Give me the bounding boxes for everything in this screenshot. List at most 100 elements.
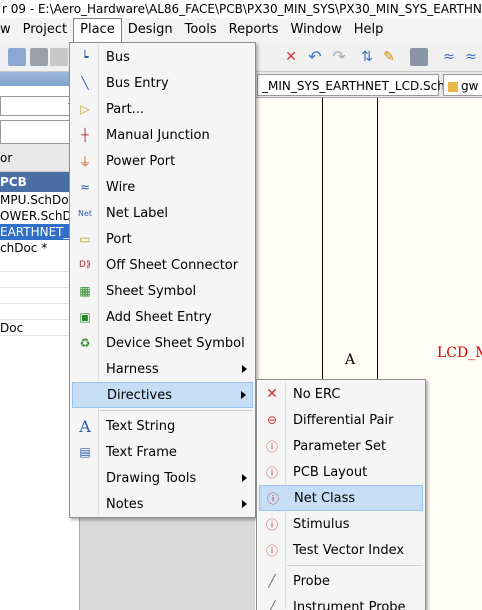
menu-item-port[interactable]: ▭ Port	[72, 226, 253, 252]
menu-item-wire[interactable]: ≈ Wire	[72, 174, 253, 200]
net-label-text: LCD_M	[437, 345, 482, 361]
menu-item-net-class[interactable]: ⓘ Net Class	[259, 485, 423, 511]
menu-item-parameter-set[interactable]: ⓘ Parameter Set	[259, 433, 423, 459]
tab-earthnet-lcd[interactable]: _MIN_SYS_EARTHNET_LCD.SchDoc	[257, 74, 468, 96]
list-item	[0, 256, 79, 272]
file-item-power[interactable]: OWER.SchDoc	[0, 208, 79, 224]
redo-icon[interactable]: ↷	[330, 48, 348, 66]
document-icon	[448, 81, 458, 92]
port-icon: ▭	[79, 232, 91, 246]
save-icon[interactable]	[8, 48, 26, 66]
sheet-symbol-icon: ▦	[79, 284, 91, 298]
list-item	[0, 272, 79, 288]
list-item	[0, 304, 79, 320]
part-icon: ▷	[80, 102, 90, 116]
wire-tool-icon[interactable]: ≈	[462, 48, 480, 66]
menu-separator	[287, 565, 423, 566]
project-box[interactable]	[0, 120, 79, 144]
component-icon[interactable]	[410, 48, 428, 66]
menu-view[interactable]: w	[0, 19, 17, 41]
text-string-icon: A	[79, 416, 91, 436]
pcb-project-item[interactable]: PCB	[0, 172, 79, 192]
menu-item-harness[interactable]: Harness	[72, 356, 253, 382]
no-erc-icon: ✕	[266, 386, 278, 402]
menu-item-part[interactable]: ▷ Part...	[72, 96, 253, 122]
instrument-probe-icon: ╱	[268, 600, 276, 610]
menu-help[interactable]: Help	[348, 19, 390, 41]
document-tabs: _MIN_SYS_EARTHNET_LCD.SchDoc gw	[255, 72, 482, 98]
file-item-mpu[interactable]: MPU.SchDoc	[0, 192, 79, 208]
menu-item-pcb-layout[interactable]: ⓘ PCB Layout	[259, 459, 423, 485]
wire-icon: ≈	[79, 180, 91, 194]
menu-item-bus-entry[interactable]: ╲ Bus Entry	[72, 70, 253, 96]
text-frame-icon: ▤	[79, 445, 91, 459]
probe-icon: ╱	[268, 574, 276, 588]
menu-tools[interactable]: Tools	[179, 19, 223, 41]
menu-item-test-vector-index[interactable]: ⓘ Test Vector Index	[259, 537, 423, 563]
menu-item-off-sheet-connector[interactable]: D⟫ Off Sheet Connector	[72, 252, 253, 278]
pencil-icon[interactable]: ✎	[380, 48, 398, 66]
device-sheet-symbol-icon: ♻	[79, 336, 91, 350]
submenu-arrow-icon	[241, 391, 246, 399]
menu-item-add-sheet-entry[interactable]: ▣ Add Sheet Entry	[72, 304, 253, 330]
file-item-modified[interactable]: chDoc *	[0, 240, 79, 256]
menu-item-notes[interactable]: Notes	[72, 491, 253, 517]
menu-item-differential-pair[interactable]: ⊖ Differential Pair	[259, 407, 423, 433]
menu-item-instrument-probe[interactable]: ╱ Instrument Probe	[259, 594, 423, 610]
file-item-earthnet[interactable]: EARTHNET_LC	[0, 224, 79, 240]
menu-item-probe[interactable]: ╱ Probe	[259, 568, 423, 594]
window-title: r 09 - E:\Aero_Hardware\AL86_FACE\PCB\PX…	[0, 0, 482, 18]
bus-icon: ┕	[81, 50, 89, 64]
pcb-layout-icon: ⓘ	[265, 465, 278, 480]
zoom-icon[interactable]	[50, 48, 68, 66]
zone-label: A	[345, 352, 356, 368]
print-icon[interactable]	[30, 48, 48, 66]
place-menu: ┕ Bus ╲ Bus Entry ▷ Part... ┼ Manual Jun…	[69, 42, 256, 518]
menu-place[interactable]: Place	[73, 18, 122, 42]
menu-item-net-label[interactable]: Net Net Label	[72, 200, 253, 226]
tab-next[interactable]: gw	[443, 74, 482, 96]
differential-pair-icon: ⊖	[266, 413, 278, 427]
menu-item-sheet-symbol[interactable]: ▦ Sheet Symbol	[72, 278, 253, 304]
menu-item-stimulus[interactable]: ⓘ Stimulus	[259, 511, 423, 537]
menu-bar: w Project Place Design Tools Reports Win…	[0, 18, 482, 42]
hierarchy-icon[interactable]: ⇅	[358, 48, 376, 66]
submenu-arrow-icon	[242, 474, 247, 482]
menu-item-bus[interactable]: ┕ Bus	[72, 44, 253, 70]
menu-item-text-string[interactable]: A Text String	[72, 413, 253, 439]
undo-icon[interactable]: ↶	[306, 48, 324, 66]
delete-icon[interactable]: ✕	[282, 48, 300, 66]
panel-header	[0, 72, 79, 86]
off-sheet-connector-icon: D⟫	[79, 260, 91, 270]
menu-item-device-sheet-symbol[interactable]: ♻ Device Sheet Symbol	[72, 330, 253, 356]
menu-window[interactable]: Window	[285, 19, 348, 41]
menu-item-drawing-tools[interactable]: Drawing Tools	[72, 465, 253, 491]
test-vector-index-icon: ⓘ	[265, 543, 278, 558]
add-sheet-entry-icon: ▣	[79, 310, 91, 324]
projects-panel: or PCB MPU.SchDoc OWER.SchDoc EARTHNET_L…	[0, 72, 80, 610]
submenu-arrow-icon	[242, 500, 247, 508]
menu-item-text-frame[interactable]: ▤ Text Frame	[72, 439, 253, 465]
menu-item-power-port[interactable]: ⏚ Power Port	[72, 148, 253, 174]
menu-item-no-erc[interactable]: ✕ No ERC	[259, 381, 423, 407]
stimulus-icon: ⓘ	[265, 517, 278, 532]
directives-submenu: ✕ No ERC ⊖ Differential Pair ⓘ Parameter…	[256, 379, 426, 610]
menu-item-directives[interactable]: Directives	[72, 382, 253, 408]
power-port-icon: ⏚	[78, 154, 91, 169]
net-label-icon: Net	[77, 208, 93, 218]
panel-subheader: or	[0, 144, 79, 172]
menu-item-manual-junction[interactable]: ┼ Manual Junction	[72, 122, 253, 148]
list-item[interactable]: Doc	[0, 320, 79, 336]
bus-entry-icon: ╲	[81, 76, 89, 90]
parameter-set-icon: ⓘ	[265, 439, 278, 454]
bus-tool-icon[interactable]: ≈	[440, 48, 458, 66]
net-class-icon: ⓘ	[266, 491, 279, 506]
submenu-arrow-icon	[242, 365, 247, 373]
menu-separator	[100, 410, 253, 411]
menu-design[interactable]: Design	[122, 19, 179, 41]
junction-icon: ┼	[81, 128, 89, 142]
list-item	[0, 288, 79, 304]
menu-project[interactable]: Project	[17, 19, 73, 41]
menu-reports[interactable]: Reports	[223, 19, 285, 41]
workspace-combo[interactable]	[0, 96, 79, 116]
